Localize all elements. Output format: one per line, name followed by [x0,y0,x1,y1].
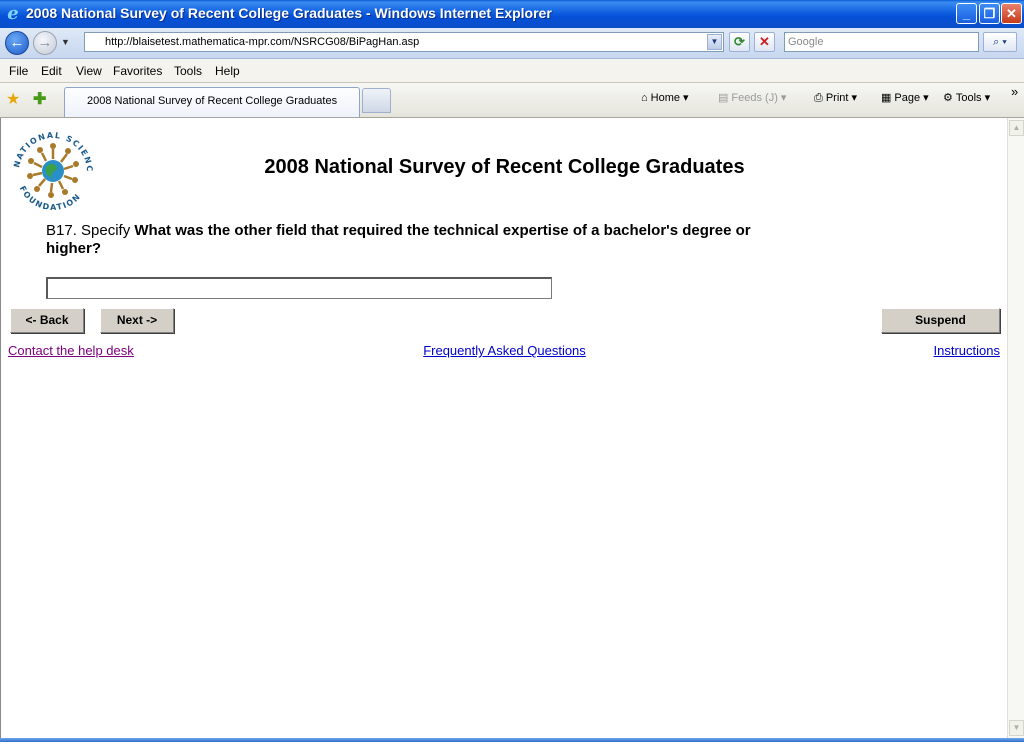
menu-edit[interactable]: Edit [41,64,62,78]
tab-survey[interactable]: 2008 National Survey of Recent College G… [64,87,360,117]
favorites-star-icon[interactable]: ★ [6,89,20,109]
tab-toolbar: ★ ✚ 2008 National Survey of Recent Colle… [0,83,1024,118]
maximize-button[interactable]: ❐ [979,3,1000,24]
address-url: http://blaisetest.mathematica-mpr.com/NS… [105,36,420,48]
menu-view[interactable]: View [76,64,102,78]
browser-back-button[interactable]: ← [5,31,29,55]
address-dropdown-icon[interactable]: ▼ [707,34,722,50]
window-title: 2008 National Survey of Recent College G… [26,5,552,21]
faq-link[interactable]: Frequently Asked Questions [423,343,586,358]
window-titlebar: e 2008 National Survey of Recent College… [0,0,1024,28]
menu-bar: File Edit View Favorites Tools Help [0,59,1024,83]
page-icon: ▦ [881,92,892,104]
tools-command[interactable]: ⚙ Tools ▾ [943,91,990,104]
back-button[interactable]: <- Back [10,308,84,333]
home-icon: ⌂ [641,92,648,104]
printer-icon: ⎙ [814,92,823,104]
feeds-command[interactable]: ▤ Feeds (J) ▾ [718,91,786,104]
close-button[interactable]: ✕ [1001,3,1022,24]
print-command[interactable]: ⎙ Print ▾ [814,91,857,105]
faq-link-row: Frequently Asked Questions [1,343,1008,358]
menu-favorites[interactable]: Favorites [113,64,162,78]
status-bar [0,738,1024,742]
instructions-link[interactable]: Instructions [934,343,1000,358]
new-tab-button[interactable] [362,88,391,113]
next-button[interactable]: Next -> [100,308,174,333]
page-title: 2008 National Survey of Recent College G… [264,156,745,178]
menu-help[interactable]: Help [215,64,240,78]
page-content: NATIONAL SCIENCE FOUNDATION 2008 Nationa… [0,118,1008,738]
address-input[interactable]: http://blaisetest.mathematica-mpr.com/NS… [84,32,724,52]
suspend-button[interactable]: Suspend [881,308,1000,333]
stop-button[interactable]: ✕ [754,32,775,52]
question-text: What was the other field that required t… [46,222,751,257]
menu-tools[interactable]: Tools [174,64,202,78]
answer-input[interactable] [46,277,552,299]
minimize-button[interactable]: _ [956,3,977,24]
feeds-icon: ▤ [718,92,729,104]
scroll-down-icon[interactable]: ▼ [1009,720,1024,736]
scroll-up-icon[interactable]: ▲ [1009,120,1024,136]
menu-file[interactable]: File [9,64,28,78]
page-command[interactable]: ▦ Page ▾ [881,91,929,104]
browser-forward-button[interactable]: → [33,31,57,55]
search-button[interactable]: ⌕ ▾ [983,32,1017,52]
address-toolbar: ← → ▼ http://blaisetest.mathematica-mpr.… [0,28,1024,59]
vertical-scrollbar[interactable]: ▲ ▼ [1007,118,1024,738]
search-input[interactable]: Google [784,32,979,52]
recent-pages-dropdown-icon[interactable]: ▼ [61,37,70,47]
more-commands-icon[interactable]: » [1011,84,1018,99]
question-prompt: B17. Specify What was the other field th… [46,222,776,258]
gear-icon: ⚙ [943,92,953,104]
question-number: B17. Specify [46,222,135,239]
home-command[interactable]: ⌂ Home ▾ [641,91,689,104]
refresh-button[interactable]: ⟳ [729,32,750,52]
add-favorite-icon[interactable]: ✚ [33,89,46,109]
internet-explorer-icon: e [7,3,19,24]
